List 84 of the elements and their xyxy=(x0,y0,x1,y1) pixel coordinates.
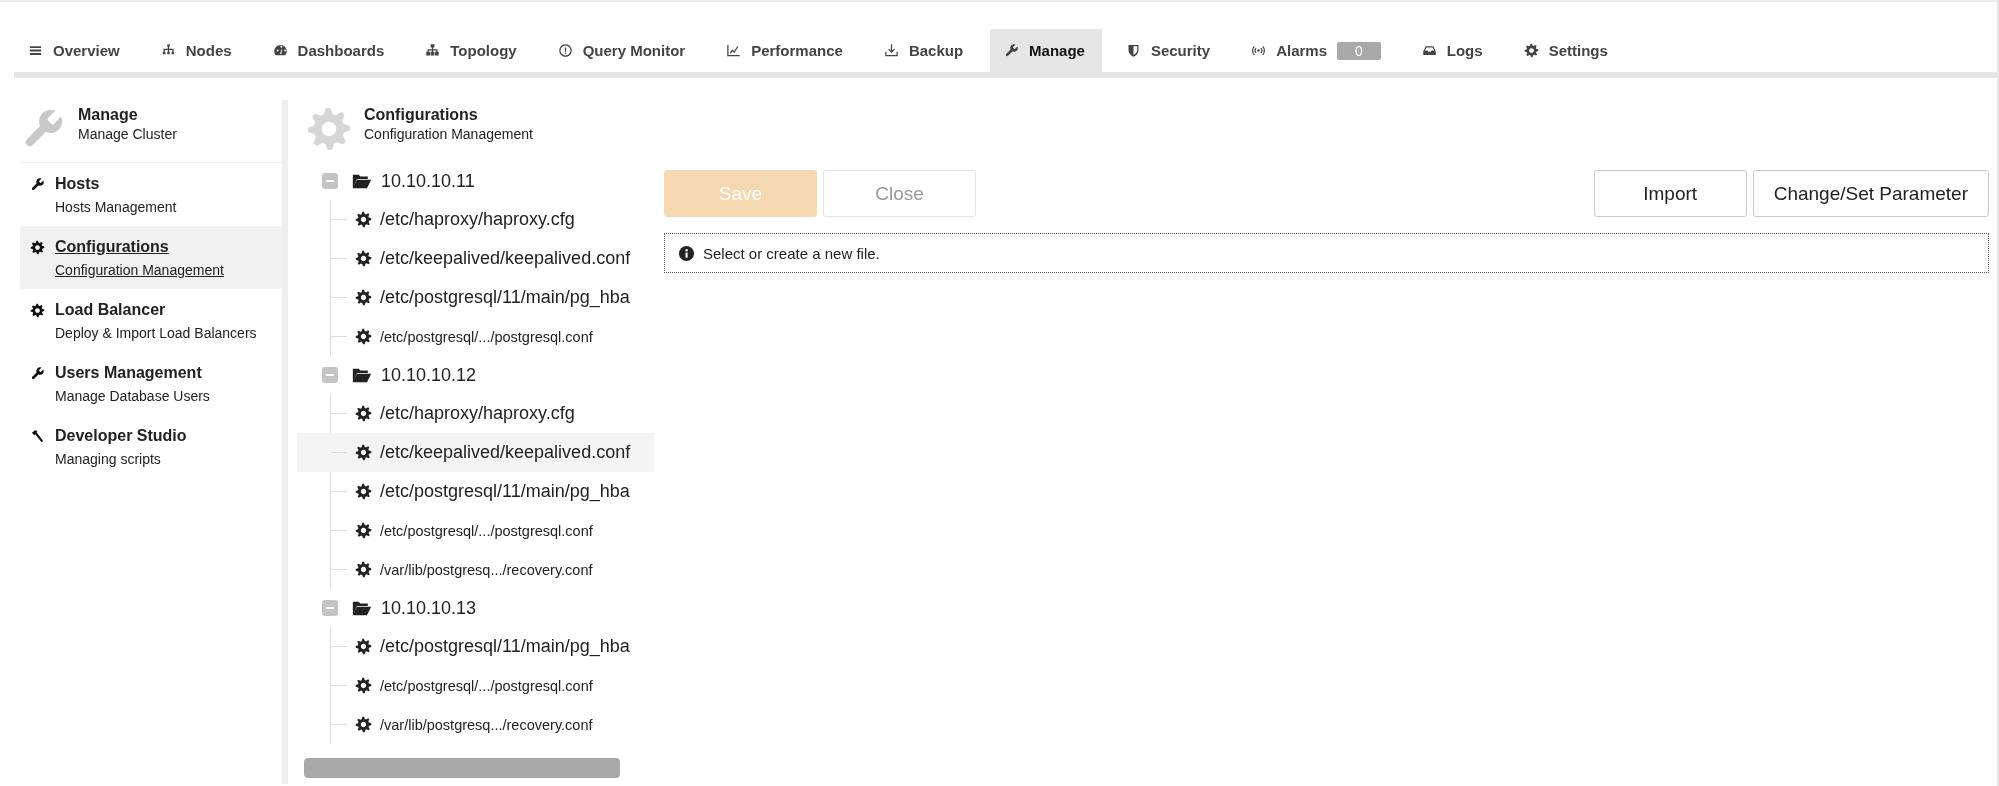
gear-icon xyxy=(355,328,372,345)
nav-tab[interactable]: Query Monitor xyxy=(543,29,703,72)
info-icon xyxy=(679,245,694,261)
gear-icon xyxy=(355,211,372,228)
file-item[interactable]: /etc/postgresql/.../postgresql.conf xyxy=(297,511,654,550)
sidebar-item[interactable]: Configurations Configuration Management xyxy=(20,226,282,289)
file-item[interactable]: /etc/postgresql/11/main/pg_hba xyxy=(297,278,654,317)
sidebar-item[interactable]: Users Management Manage Database Users xyxy=(20,352,282,415)
sidebar-item[interactable]: Developer Studio Managing scripts xyxy=(20,415,282,478)
collapse-icon[interactable] xyxy=(322,600,338,616)
nav-tab[interactable]: Dashboards xyxy=(258,29,402,72)
line-chart-icon xyxy=(726,43,742,58)
tree-node[interactable]: 10.10.10.12 xyxy=(381,364,477,386)
sidebar-item[interactable]: Load Balancer Deploy & Import Load Balancers xyxy=(20,289,282,352)
gear-icon xyxy=(355,405,372,422)
file-item[interactable]: /etc/postgresql/.../postgresql.conf xyxy=(297,666,654,705)
count-badge: 0 xyxy=(1337,41,1381,60)
settings-icon xyxy=(1523,43,1539,58)
item-title: Users Management xyxy=(55,364,202,382)
import-button[interactable]: Import xyxy=(1593,170,1747,217)
gear-icon xyxy=(355,716,372,733)
gear-icon xyxy=(355,638,372,655)
tray-icon xyxy=(1421,43,1437,58)
item-subtitle: Managing scripts xyxy=(54,451,162,467)
folder-icon xyxy=(352,599,372,617)
nav-tab[interactable]: Backup xyxy=(869,29,981,72)
scrollbar[interactable] xyxy=(304,758,620,778)
gear-icon xyxy=(355,444,372,461)
section-subtitle: Manage Cluster xyxy=(78,126,177,142)
nav-tab[interactable]: Topology xyxy=(411,29,534,72)
file-item[interactable]: /etc/postgresql/11/main/pg_hba xyxy=(297,472,654,511)
file-item[interactable]: /etc/postgresql/.../postgresql.conf xyxy=(297,317,654,356)
tree-node[interactable]: 10.10.10.13 xyxy=(381,597,477,619)
file-item[interactable]: /etc/postgresql/11/main/pg_hba xyxy=(297,627,654,666)
item-subtitle: Configuration Management xyxy=(54,262,225,278)
item-title: Developer Studio xyxy=(55,427,187,445)
collapse-icon[interactable] xyxy=(322,173,338,189)
wrench-icon xyxy=(30,176,45,192)
file-item[interactable]: /etc/haproxy/haproxy.cfg xyxy=(297,200,654,239)
item-title: Hosts xyxy=(55,175,100,193)
item-title: Load Balancer xyxy=(55,301,166,319)
nav-tab[interactable]: Performance xyxy=(712,29,860,72)
menu-icon xyxy=(28,43,43,58)
gear-icon xyxy=(306,106,352,152)
folder-icon xyxy=(352,172,372,190)
nav-tab[interactable]: Security xyxy=(1111,29,1228,72)
gear-icon xyxy=(355,677,372,694)
notice-text: Select or create a new file. xyxy=(703,244,880,262)
file-item[interactable]: /etc/keepalived/keepalived.conf xyxy=(297,433,654,472)
gear-icon xyxy=(355,522,372,539)
tree-node[interactable]: 10.10.10.11 xyxy=(381,170,475,192)
hammer-icon xyxy=(30,428,45,444)
gear-icon xyxy=(355,561,372,578)
nav-tab[interactable]: Settings xyxy=(1509,29,1625,72)
collapse-icon[interactable] xyxy=(322,367,338,383)
item-subtitle: Deploy & Import Load Balancers xyxy=(54,325,258,341)
folder-icon xyxy=(352,366,372,384)
broadcast-icon xyxy=(1251,43,1267,58)
file-item[interactable]: /var/lib/postgresq.../recovery.conf xyxy=(297,705,654,744)
wrench-icon xyxy=(1004,43,1020,58)
section-title: Configurations xyxy=(364,106,479,124)
nav-tab[interactable]: Nodes xyxy=(146,29,249,72)
parameter-button[interactable]: Change/Set Parameter xyxy=(1752,170,1989,217)
gear-icon xyxy=(30,302,45,318)
section-title: Manage xyxy=(78,106,139,124)
section-subtitle: Configuration Management xyxy=(364,126,533,142)
nav-tab[interactable]: Logs xyxy=(1407,29,1500,72)
file-item[interactable]: /etc/keepalived/keepalived.conf xyxy=(297,239,654,278)
item-title: Configurations xyxy=(55,238,169,256)
nav-tab[interactable]: Overview xyxy=(14,29,137,72)
hierarchy-icon xyxy=(425,43,441,58)
file-item[interactable]: /var/lib/postgresq.../recovery.conf xyxy=(297,550,654,589)
gear-icon xyxy=(355,483,372,500)
nav-tab[interactable]: Manage xyxy=(990,29,1102,72)
item-subtitle: Hosts Management xyxy=(54,199,178,215)
download-icon xyxy=(883,43,899,58)
gear-icon xyxy=(30,239,45,255)
gear-icon xyxy=(355,250,372,267)
file-item[interactable]: /etc/haproxy/haproxy.cfg xyxy=(297,394,654,433)
gear-icon xyxy=(355,289,372,306)
nav-tab[interactable]: Alarms 0 xyxy=(1237,29,1398,72)
wrench-icon xyxy=(30,365,45,381)
item-subtitle: Manage Database Users xyxy=(54,388,211,404)
sidebar-item[interactable]: Hosts Hosts Management xyxy=(20,163,282,226)
